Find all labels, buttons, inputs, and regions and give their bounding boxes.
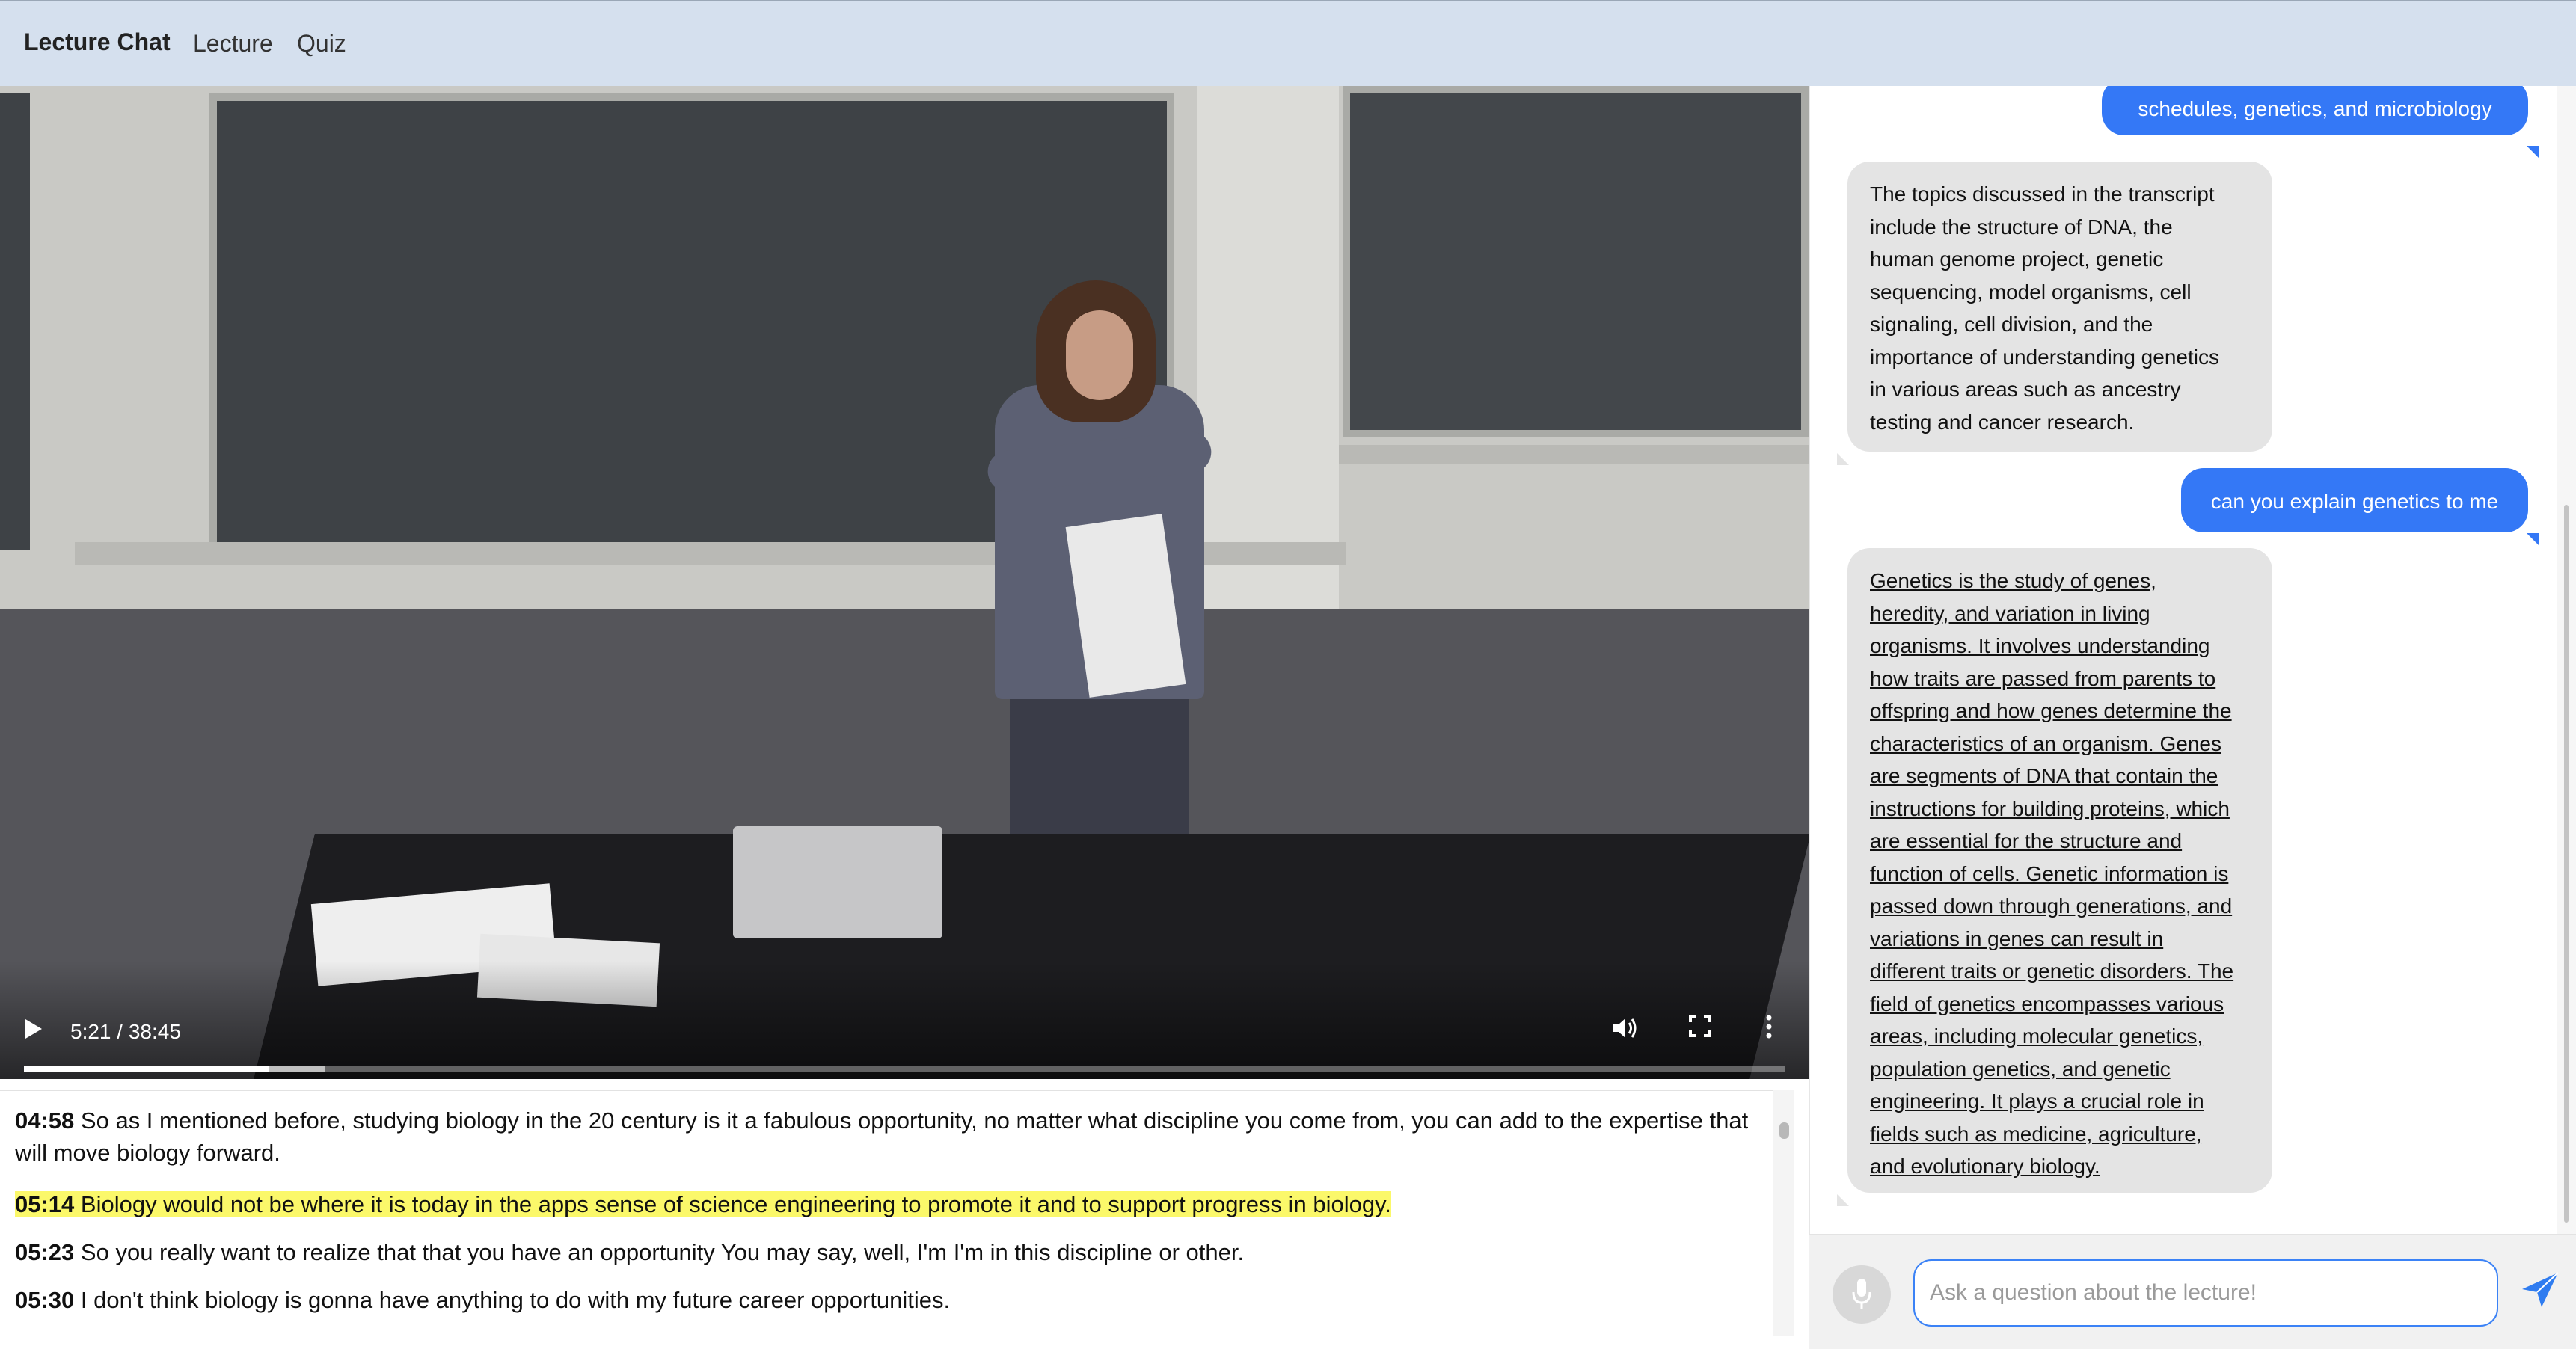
message-line: instructions for building proteins, whic… (1870, 796, 2230, 820)
transcript-line[interactable]: 05:30 I don't think biology is gonna hav… (15, 1284, 1758, 1316)
message-line: areas, including molecular genetics, (1870, 1024, 2204, 1048)
app-brand[interactable]: Lecture Chat (24, 28, 171, 56)
message-line: characteristics of an organism. Genes (1870, 731, 2221, 755)
message-line: and evolutionary biology. (1870, 1155, 2100, 1178)
message-line: Genetics is the study of genes, (1870, 569, 2156, 592)
message-line: population genetics, and genetic (1870, 1057, 2171, 1081)
message-line: variations in genes can result in (1870, 927, 2164, 950)
message-line: offspring and how genes determine the (1870, 699, 2232, 722)
message-line: different traits or genetic disorders. T… (1870, 959, 2234, 983)
transcript-timestamp[interactable]: 05:30 (15, 1287, 74, 1313)
bot-message[interactable]: Genetics is the study of genes, heredity… (1847, 548, 2272, 1193)
microphone-button[interactable] (1833, 1265, 1891, 1324)
transcript-panel: 04:58 So as I mentioned before, studying… (0, 1090, 1794, 1349)
transcript-text: Biology would not be where it is today i… (80, 1191, 1391, 1217)
chalkboard (1343, 86, 1809, 437)
user-message: schedules, genetics, and microbiology (2102, 86, 2528, 135)
user-message: can you explain genetics to me (2181, 468, 2528, 532)
transcript-line-highlighted[interactable]: 05:14 Biology would not be where it is t… (15, 1188, 1758, 1220)
bubble-tail (2527, 533, 2539, 545)
microphone-icon (1850, 1277, 1873, 1315)
message-line: are essential for the structure and (1870, 829, 2183, 852)
top-navbar: Lecture Chat Lecture Quiz (0, 0, 2576, 86)
message-line: fields such as medicine, agriculture, (1870, 1122, 2202, 1146)
video-progress-bar[interactable] (24, 1066, 1785, 1072)
video-time-display: 5:21 / 38:45 (70, 1020, 181, 1043)
bubble-tail (1837, 1194, 1849, 1206)
bot-message: The topics discussed in the transcript i… (1847, 162, 2272, 452)
chat-panel: schedules, genetics, and microbiology Th… (1809, 86, 2576, 1349)
message-line: importance of understanding genetics (1870, 345, 2219, 369)
message-text: schedules, genetics, and microbiology (2138, 97, 2492, 120)
message-line: signaling, cell division, and the (1870, 313, 2153, 336)
message-line: engineering. It plays a crucial role in (1870, 1090, 2204, 1113)
transcript-timestamp[interactable]: 05:23 (15, 1239, 74, 1265)
transcript-scrollbar[interactable] (1773, 1090, 1794, 1336)
chat-messages: schedules, genetics, and microbiology Th… (1809, 86, 2557, 1234)
message-line: passed down through generations, and (1870, 894, 2233, 918)
chat-question-input[interactable] (1913, 1259, 2498, 1327)
send-button[interactable] (2519, 1270, 2564, 1315)
message-line: organisms. It involves understanding (1870, 634, 2210, 657)
transcript-text: So as I mentioned before, studying biolo… (15, 1107, 1749, 1166)
message-line: field of genetics encompasses various (1870, 992, 2224, 1015)
message-line: include the structure of DNA, the (1870, 215, 2173, 239)
bubble-tail (1837, 453, 1849, 465)
lecture-video-player[interactable]: 5:21 / 38:45 (0, 86, 1809, 1079)
transcript-scroll-thumb[interactable] (1779, 1122, 1789, 1139)
transcript-text: I don't think biology is gonna have anyt… (80, 1287, 951, 1313)
message-line: are segments of DNA that contain the (1870, 764, 2218, 787)
message-line: testing and cancer research. (1870, 410, 2135, 434)
chat-scrollbar[interactable] (2557, 86, 2576, 1234)
progress-fill (24, 1066, 269, 1072)
message-line: how traits are passed from parents to (1870, 666, 2216, 690)
message-line: The topics discussed in the transcript (1870, 182, 2215, 206)
message-line: human genome project, genetic (1870, 248, 2164, 271)
message-line: heredity, and variation in living (1870, 601, 2150, 625)
message-line: sequencing, model organisms, cell (1870, 280, 2192, 304)
transcript-timestamp[interactable]: 05:14 (15, 1191, 74, 1217)
nav-link-quiz[interactable]: Quiz (297, 30, 346, 58)
chat-input-bar (1809, 1234, 2576, 1349)
message-line: function of cells. Genetic information i… (1870, 861, 2229, 885)
fullscreen-icon[interactable] (1689, 1015, 1711, 1044)
volume-icon[interactable] (1612, 1016, 1639, 1046)
bubble-tail (2527, 146, 2539, 158)
message-text: can you explain genetics to me (2210, 490, 2499, 513)
chat-scroll-thumb[interactable] (2564, 505, 2569, 1223)
nav-link-lecture[interactable]: Lecture (193, 30, 273, 58)
controls-overlay (0, 961, 1809, 1079)
transcript-timestamp[interactable]: 04:58 (15, 1107, 74, 1134)
highlight-span: 05:14 Biology would not be where it is t… (15, 1191, 1391, 1217)
message-line: in various areas such as ancestry (1870, 378, 2181, 401)
play-icon[interactable] (24, 1018, 43, 1046)
more-vert-icon[interactable] (1765, 1015, 1773, 1045)
send-icon (2519, 1272, 2561, 1315)
laptop (733, 826, 942, 938)
transcript-text: So you really want to realize that that … (80, 1239, 1245, 1265)
transcript-line[interactable]: 04:58 So as I mentioned before, studying… (15, 1104, 1758, 1169)
transcript-line[interactable]: 05:23 So you really want to realize that… (15, 1236, 1758, 1268)
